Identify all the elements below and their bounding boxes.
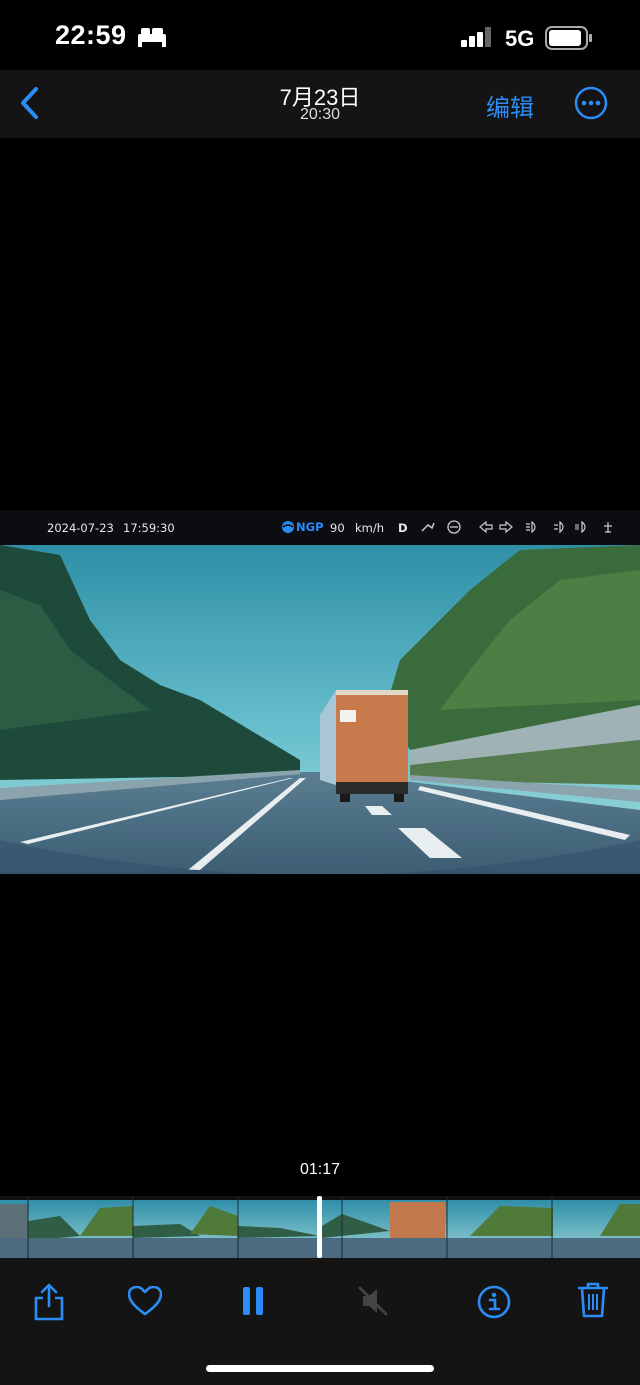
osd-clock: 17:59:30 (123, 521, 175, 535)
more-icon[interactable] (574, 86, 608, 120)
status-time: 22:59 (55, 20, 127, 50)
cellular-signal-icon (461, 27, 491, 47)
pause-icon[interactable] (242, 1286, 264, 1316)
battery-icon (545, 26, 592, 50)
network-label: 5G (505, 26, 535, 51)
share-icon[interactable] (33, 1283, 65, 1321)
osd-ngp-mode: NGP (296, 520, 324, 534)
video-player[interactable] (0, 510, 640, 874)
info-icon[interactable] (477, 1285, 511, 1319)
osd-speed: 90 (330, 521, 345, 535)
edit-button[interactable]: 编辑 (486, 88, 534, 123)
osd-speed-unit: km/h (355, 521, 385, 535)
osd-date: 2024-07-23 (47, 521, 114, 535)
playback-time: 01:17 (299, 1161, 341, 1178)
heart-icon[interactable] (128, 1286, 162, 1316)
home-indicator[interactable] (206, 1365, 434, 1372)
ngp-steering-icon (282, 521, 294, 533)
osd-indicator-icons (421, 520, 612, 534)
timeline-scrubber[interactable] (0, 1196, 640, 1258)
mute-icon[interactable] (357, 1285, 389, 1317)
nav-subtitle-time: 20:30 (299, 106, 341, 123)
sleep-bed-icon (138, 28, 166, 47)
trash-icon[interactable] (578, 1282, 608, 1318)
osd-gear: D (398, 521, 408, 535)
